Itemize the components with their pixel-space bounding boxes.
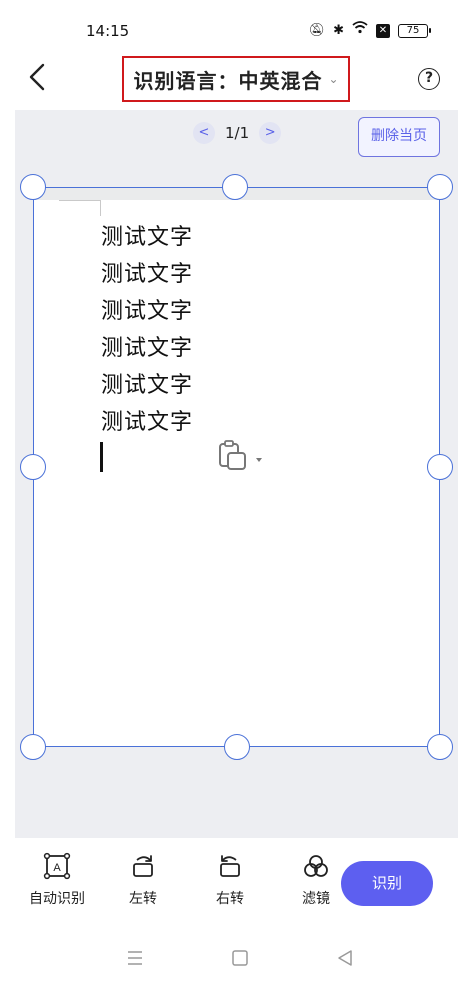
auto-detect-label: 自动识别 xyxy=(29,891,85,907)
language-title: 识别语言：中英混合 xyxy=(133,68,323,93)
status-icons: 🔕︎ ✱ ✕ 75 xyxy=(308,20,431,41)
document-corner-mark xyxy=(59,200,101,216)
crop-handle-middle-right[interactable] xyxy=(427,454,453,480)
crop-handle-bottom-right[interactable] xyxy=(427,734,453,760)
x-icon: ✕ xyxy=(376,23,390,38)
menu-icon xyxy=(128,951,142,965)
status-bar: 14:15 🔕︎ ✱ ✕ 75 xyxy=(0,0,472,60)
home-nav-button[interactable] xyxy=(225,946,255,970)
prev-page-button[interactable]: < xyxy=(193,122,215,144)
back-triangle-icon xyxy=(338,950,352,966)
back-button[interactable] xyxy=(26,62,62,102)
scan-editor-screen: 14:15 🔕︎ ✱ ✕ 75 识别语言：中英混合 ⌄ ? < 1/1 > 删除… xyxy=(0,0,472,985)
battery-indicator: 75 xyxy=(398,23,431,38)
rotate-right-icon xyxy=(220,855,240,877)
wifi-icon xyxy=(352,20,368,41)
bottom-toolbar: A 自动识别 左转 右转 滤镜 识别 xyxy=(0,838,472,928)
text-line: 测试文字 xyxy=(101,262,194,287)
chevron-down-icon: ⌄ xyxy=(328,72,339,86)
language-selector[interactable]: 识别语言：中英混合 ⌄ xyxy=(122,56,350,102)
bluetooth-icon: ✱ xyxy=(333,22,344,38)
text-line: 测试文字 xyxy=(101,410,194,435)
svg-text:A: A xyxy=(53,862,61,874)
crop-handle-top-center[interactable] xyxy=(222,174,248,200)
text-line: 测试文字 xyxy=(101,336,194,361)
crop-handle-bottom-center[interactable] xyxy=(224,734,250,760)
crop-handle-bottom-left[interactable] xyxy=(20,734,46,760)
document-text: 测试文字 测试文字 测试文字 测试文字 测试文字 测试文字 xyxy=(101,219,193,441)
rotate-left-button[interactable]: 左转 xyxy=(103,852,183,908)
back-nav-button[interactable] xyxy=(330,946,360,970)
rotate-right-label: 右转 xyxy=(216,891,244,907)
rotate-left-icon xyxy=(133,855,153,877)
page-navigator: < 1/1 > xyxy=(193,122,282,144)
header: 识别语言：中英混合 ⌄ ? xyxy=(0,56,472,108)
text-line: 测试文字 xyxy=(101,373,194,398)
menu-nav-button[interactable] xyxy=(120,946,150,970)
filter-icon xyxy=(304,855,328,877)
page-indicator: 1/1 xyxy=(225,124,250,142)
status-time: 14:15 xyxy=(86,22,130,40)
recognize-button[interactable]: 识别 xyxy=(341,861,433,906)
text-line: 测试文字 xyxy=(101,299,194,324)
mute-icon: 🔕︎ xyxy=(308,22,326,38)
crop-handle-top-left[interactable] xyxy=(20,174,46,200)
rotate-right-button[interactable]: 右转 xyxy=(190,852,270,908)
help-button[interactable]: ? xyxy=(418,68,440,90)
auto-detect-button[interactable]: A 自动识别 xyxy=(17,852,97,908)
home-icon xyxy=(232,950,248,966)
crop-handle-top-right[interactable] xyxy=(427,174,453,200)
next-page-button[interactable]: > xyxy=(259,122,282,144)
rotate-left-label: 左转 xyxy=(129,891,157,907)
back-arrow-icon xyxy=(29,63,45,91)
text-cursor xyxy=(100,442,103,472)
auto-detect-icon: A xyxy=(43,852,71,880)
delete-page-button[interactable]: 删除当页 xyxy=(358,117,440,157)
system-nav-bar xyxy=(0,940,472,980)
paste-icon xyxy=(219,440,262,470)
crop-handle-middle-left[interactable] xyxy=(20,454,46,480)
text-line: 测试文字 xyxy=(101,225,194,250)
